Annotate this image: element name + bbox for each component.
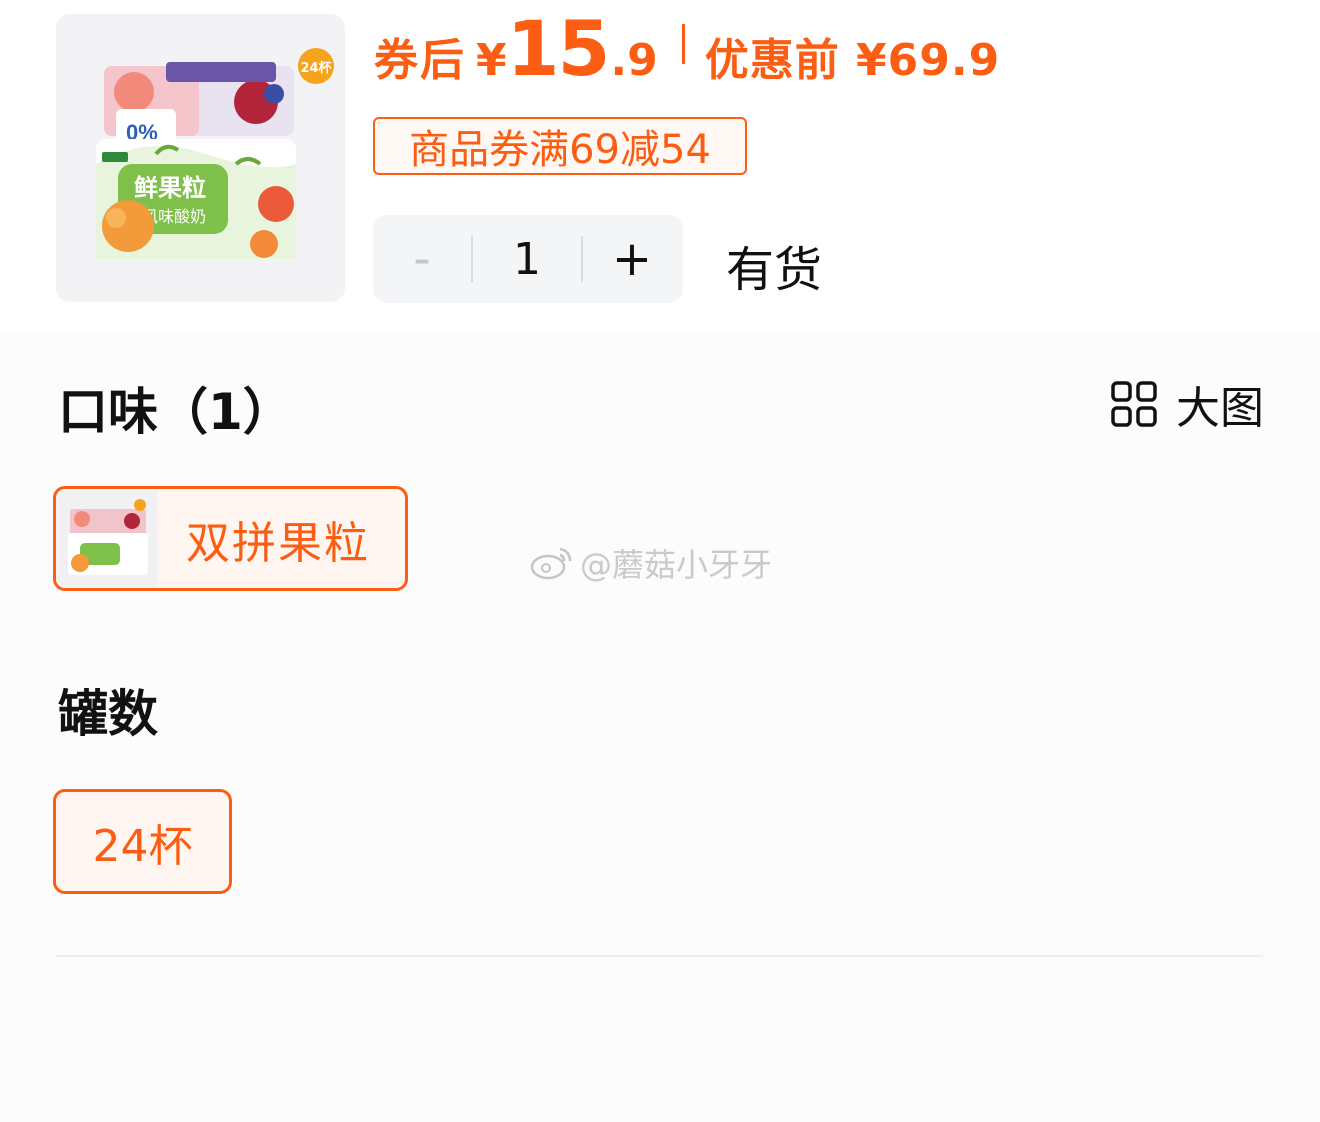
price-after-integer: 15 (506, 4, 611, 93)
weibo-icon (530, 547, 572, 580)
can-count-section-title: 罐数 (58, 685, 158, 743)
section-divider (56, 955, 1263, 957)
price-currency: ¥ (476, 35, 507, 86)
flavor-option-label: 双拼果粒 (186, 517, 370, 569)
price-after-decimal: .9 (610, 35, 658, 86)
can-count-option-chip[interactable]: 24杯 (53, 789, 232, 894)
stock-status: 有货 (726, 242, 823, 298)
cup-count-badge: 24杯 (298, 48, 334, 84)
flavor-section-title: 口味（1） (58, 383, 293, 441)
coupon-tag: 商品券满69减54 (373, 117, 747, 175)
watermark: @蘑菇小牙牙 (530, 540, 772, 586)
svg-text:鲜果粒: 鲜果粒 (134, 174, 206, 202)
price-row: 券后 ¥ 15 .9 优惠前 ¥69.9 (374, 4, 1000, 93)
flavor-option-thumbnail (58, 490, 158, 587)
big-image-label: 大图 (1176, 383, 1264, 434)
price-before-discount: 优惠前 ¥69.9 (704, 35, 1001, 86)
quantity-stepper: - 1 + (373, 215, 683, 303)
price-after-coupon-label: 券后 (374, 35, 466, 86)
increase-quantity-button[interactable]: + (583, 215, 681, 303)
flavor-option-chip[interactable]: 双拼果粒 (53, 486, 408, 591)
spec-panel (0, 330, 1320, 1122)
watermark-text: @蘑菇小牙牙 (580, 546, 773, 584)
decrease-quantity-button[interactable]: - (373, 215, 471, 303)
price-separator (681, 24, 685, 64)
quantity-value[interactable]: 1 (473, 234, 581, 285)
grid-view-icon (1111, 381, 1157, 427)
big-image-toggle[interactable]: 大图 (1110, 374, 1264, 434)
